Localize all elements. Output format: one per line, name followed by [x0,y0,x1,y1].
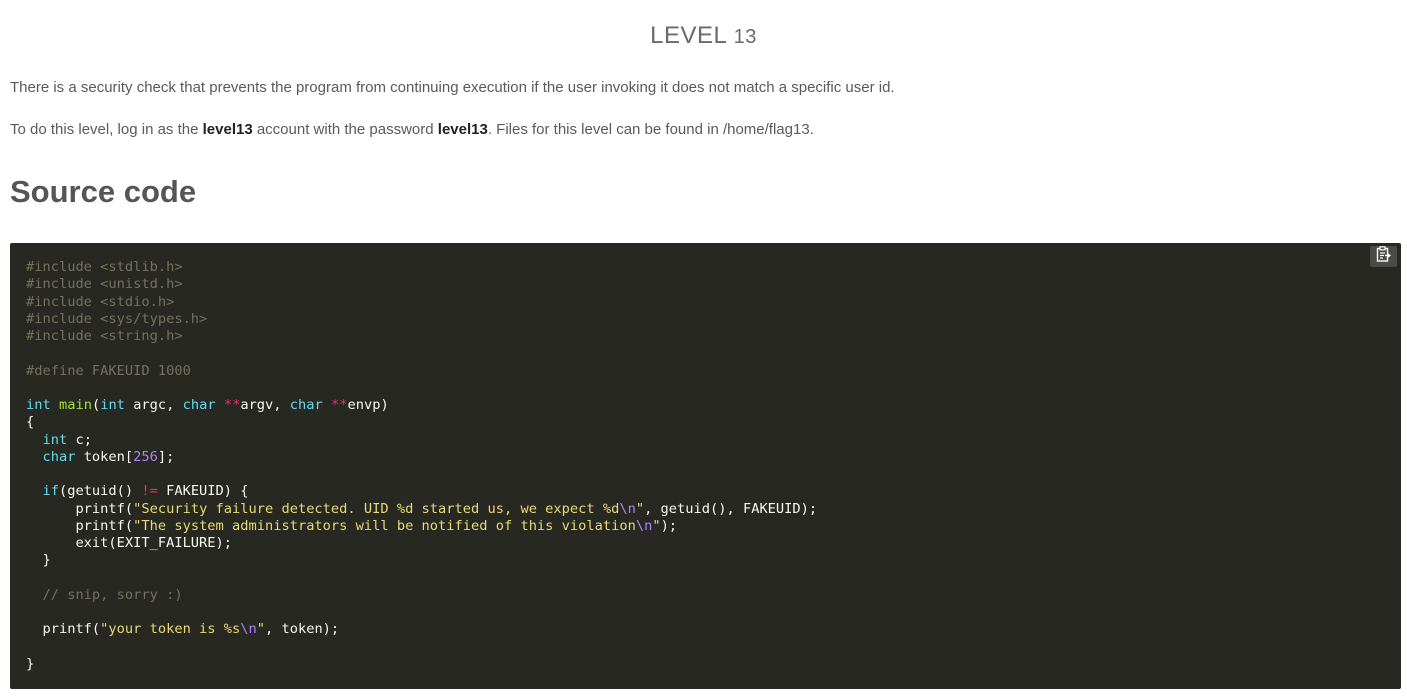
page-title-number: 13 [733,26,757,48]
code-token: c; [67,431,92,448]
code-token: " [652,517,661,534]
code-line: #include <sys/types.h> [26,311,207,327]
code-line: printf("Security failure detected. UID %… [26,501,817,517]
code-token: printf( [26,500,134,517]
code-line: #define FAKEUID 1000 [26,363,191,379]
code-token: printf( [26,621,101,638]
code-token: // snip, sorry :) [42,586,183,603]
code-line: int c; [26,431,92,448]
code-line: #include <unistd.h> [26,276,183,292]
code-token: FAKEUID) { [157,483,249,500]
code-token: 256 [133,448,158,465]
code-block[interactable]: #include <stdlib.h> #include <unistd.h> … [10,243,1401,689]
code-token: #define FAKEUID 1000 [26,362,191,379]
code-token: "your token is %s [100,621,241,638]
code-token: char [42,448,76,465]
code-token: "The system administrators will be notif… [133,517,636,534]
code-token: char [182,397,216,413]
login-text-middle: account with the password [252,121,438,138]
code-token: if [42,483,59,500]
clipboard-icon [1376,246,1392,267]
code-token: " [635,500,645,517]
code-line: char token[256]; [26,449,174,465]
login-instructions: To do this level, log in as the level13 … [10,121,814,138]
code-token: ); [660,517,678,534]
code-token: } [26,655,35,672]
code-token: } [26,552,51,569]
code-token: argc, [124,397,183,413]
code-token: #include <unistd.h> [26,276,183,293]
code-line: { [26,414,34,430]
code-token: \n [635,517,653,534]
code-line: // snip, sorry :) [26,586,183,603]
code-line: int main(int argc, char **argv, char **e… [26,397,389,413]
code-token: int [42,431,68,448]
copy-code-button[interactable] [1370,246,1397,267]
code-token: , token); [265,621,340,638]
code-token: main [58,397,92,413]
code-line: #include <stdio.h> [26,294,174,310]
code-token: #include <string.h> [26,328,183,344]
code-token: (getuid() [58,483,142,500]
code-line: printf("The system administrators will b… [26,518,677,534]
code-token: \n [619,500,636,517]
source-code: #include <stdlib.h> #include <unistd.h> … [26,259,817,673]
code-token: "Security failure detected. UID %d start… [133,500,620,517]
code-token: ]; [157,448,175,465]
code-token: int [100,397,125,413]
page-title-word: LEVEL [650,22,727,49]
code-token: #include <sys/types.h> [26,310,208,327]
page-title: LEVEL 13 [0,22,1407,50]
code-token: != [141,483,158,500]
code-token: ( [91,397,101,413]
code-token: token[ [75,448,134,465]
code-token: argv, [240,397,290,413]
code-token: printf( [26,517,134,534]
code-token: envp) [347,397,389,413]
code-line: #include <string.h> [26,328,183,344]
code-token: exit(EXIT_FAILURE); [26,535,233,551]
code-token: , getuid(), FAKEUID); [644,500,818,517]
login-text-start: To do this level, log in as the [10,121,203,138]
code-token: \n [240,621,257,638]
login-text-end: . Files for this level can be found in /… [487,121,814,138]
code-line: } [26,552,51,569]
code-token: #include <stdio.h> [26,293,175,310]
code-line: #include <stdlib.h> [26,259,183,275]
code-token: char [289,397,323,413]
code-line: if(getuid() != FAKEUID) { [26,483,249,500]
code-token: int [26,397,51,413]
code-token: ** [223,397,241,413]
account-name: level13 [202,121,253,138]
intro-paragraph: There is a security check that prevents … [10,79,895,96]
code-token: #include <stdlib.h> [26,259,183,275]
code-token: { [26,414,35,431]
code-line: exit(EXIT_FAILURE); [26,535,232,551]
code-token: ** [331,397,348,413]
code-line: } [26,656,34,672]
source-code-heading: Source code [10,174,197,209]
code-line: printf("your token is %s\n", token); [26,621,339,637]
account-password: level13 [437,121,488,138]
code-token: " [256,621,265,638]
